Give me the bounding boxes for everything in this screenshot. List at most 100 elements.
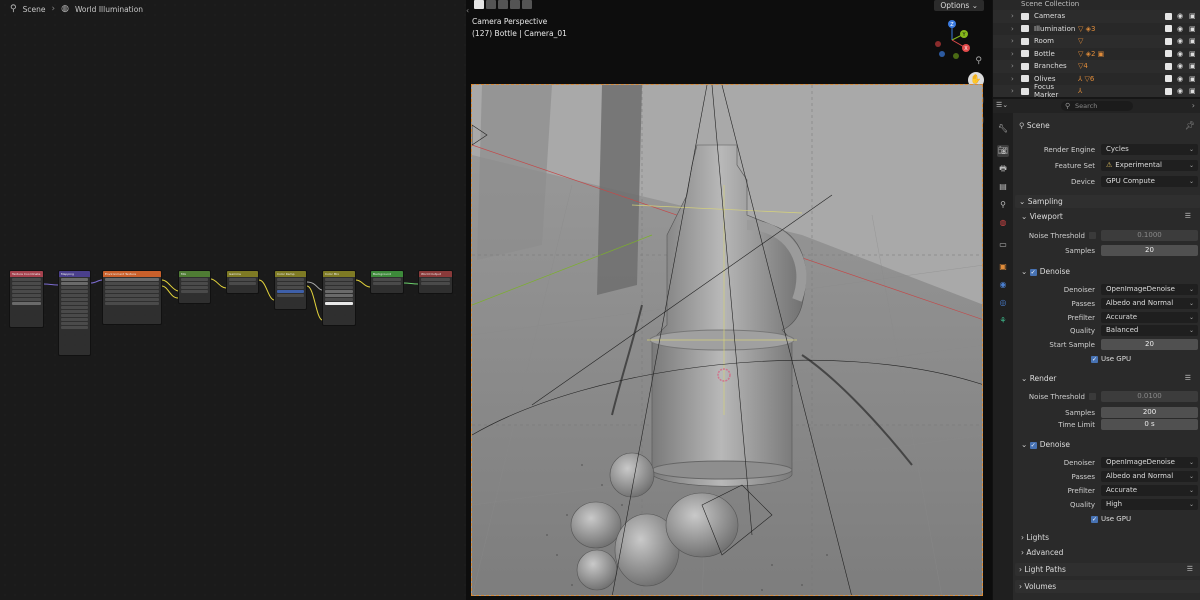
r-use-gpu-toggle[interactable]: ✓ Use GPU [1091, 513, 1131, 525]
physics-tab-icon[interactable]: ◉ [997, 279, 1009, 291]
object-tab-icon[interactable]: ▣ [997, 261, 1009, 273]
collection-tab-icon[interactable]: ▭ [997, 239, 1009, 251]
world-tab-icon[interactable]: ◍ [997, 217, 1009, 229]
select-mode-button[interactable] [498, 0, 508, 9]
select-mode-button-2[interactable] [510, 0, 520, 9]
eye-icon[interactable]: ◉ [1177, 12, 1186, 20]
r-noise-threshold-checkbox[interactable] [1089, 393, 1096, 400]
eye-icon[interactable]: ◉ [1177, 50, 1186, 58]
chevron-right-icon[interactable]: › [1011, 87, 1021, 95]
render-camera-icon[interactable]: ▣ [1189, 25, 1198, 33]
vp-samples-field[interactable]: 20 [1101, 245, 1198, 256]
include-checkbox[interactable] [1165, 75, 1172, 83]
render-tab-icon[interactable]: 📷︎ [997, 145, 1009, 157]
chevron-right-icon[interactable]: › [1011, 25, 1021, 33]
r-use-gpu-checkbox[interactable]: ✓ [1091, 515, 1098, 523]
outliner-row-illumination[interactable]: › Illumination ▽ ◈3 ◉ ▣ [993, 23, 1200, 36]
vp-quality-dropdown[interactable]: Balanced ⌄ [1101, 325, 1198, 336]
eye-icon[interactable]: ◉ [1177, 62, 1186, 70]
r-quality-dropdown[interactable]: High ⌄ [1101, 499, 1198, 510]
scene-tab-icon[interactable]: ⚲ [997, 199, 1009, 211]
eye-icon[interactable]: ◉ [1177, 25, 1186, 33]
options-dropdown[interactable]: Options ⌄ [934, 0, 984, 11]
light-paths-panel-header[interactable]: › Light Paths ☰ [1015, 563, 1200, 576]
view-layer-tab-icon[interactable]: ▤ [997, 181, 1009, 193]
lights-subpanel-header[interactable]: › Lights [1021, 531, 1199, 544]
vp-denoise-checkbox[interactable]: ✓ [1029, 268, 1037, 276]
chevron-right-icon[interactable]: › [1011, 50, 1021, 58]
outliner-row-room[interactable]: › Room ▽ ◉ ▣ [993, 35, 1200, 48]
r-denoise-checkbox[interactable]: ✓ [1029, 441, 1037, 449]
render-subpanel-header[interactable]: ⌄ Render ☰ [1021, 372, 1199, 385]
chevron-right-icon[interactable]: › [1011, 75, 1021, 83]
output-tab-icon[interactable]: 🖶︎ [997, 163, 1009, 175]
node-world-output[interactable]: World Output [418, 270, 453, 294]
vp-passes-dropdown[interactable]: Albedo and Normal ⌄ [1101, 298, 1198, 309]
include-checkbox[interactable] [1165, 50, 1172, 58]
data-tab-icon[interactable]: ⚘ [997, 315, 1009, 327]
vp-denoiser-dropdown[interactable]: OpenImageDenoise ⌄ [1101, 284, 1198, 295]
r-denoiser-dropdown[interactable]: OpenImageDenoise ⌄ [1101, 457, 1198, 468]
shader-node-editor[interactable]: ⚲ Scene › ◍ World Illumination Texture C… [0, 0, 466, 600]
chevron-right-icon[interactable]: › [1011, 12, 1021, 20]
chevron-right-icon[interactable]: › [1011, 62, 1021, 70]
node-environment-texture[interactable]: Environment Texture [102, 270, 162, 325]
r-use-gpu-row[interactable]: ✓ Use GPU [1015, 513, 1200, 525]
properties-search-input[interactable]: ⚲ Search [1061, 101, 1133, 111]
include-checkbox[interactable] [1165, 62, 1172, 70]
select-box-button[interactable] [486, 0, 496, 9]
node-color-mix[interactable]: Color Mix [322, 270, 356, 326]
render-camera-icon[interactable]: ▣ [1189, 87, 1198, 95]
render-camera-icon[interactable]: ▣ [1189, 62, 1198, 70]
list-icon[interactable]: ☰ [1187, 563, 1193, 576]
render-camera-icon[interactable]: ▣ [1189, 50, 1198, 58]
select-mode-button-3[interactable] [522, 0, 532, 9]
render-camera-icon[interactable]: ▣ [1189, 75, 1198, 83]
editor-type-menu[interactable]: ☰⌄ [996, 101, 1014, 111]
eye-icon[interactable]: ◉ [1177, 37, 1186, 45]
vp-use-gpu-row[interactable]: ✓ Use GPU [1015, 353, 1200, 365]
sampling-panel-header[interactable]: ⌄ Sampling [1015, 195, 1200, 208]
outliner-row-bottle[interactable]: › Bottle ▽ ◈2 ▣ ◉ ▣ [993, 48, 1200, 61]
noise-threshold-checkbox[interactable] [1089, 232, 1096, 239]
feature-set-dropdown[interactable]: ⚠ Experimental ⌄ [1101, 160, 1198, 171]
r-samples-field[interactable]: 200 [1101, 407, 1198, 418]
render-camera-icon[interactable]: ▣ [1189, 37, 1198, 45]
volumes-panel-header[interactable]: › Volumes [1015, 580, 1200, 593]
select-tool-button[interactable] [474, 0, 484, 9]
include-checkbox[interactable] [1165, 87, 1172, 95]
r-denoise-subpanel[interactable]: ⌄ ✓ Denoise [1021, 438, 1199, 451]
r-time-limit-field[interactable]: 0 s [1101, 419, 1198, 430]
3d-viewport[interactable]: ‹ Options ⌄ Camera Perspective (127) Bot… [466, 0, 992, 600]
node-mix[interactable]: Mix [178, 270, 211, 304]
outliner-row-focus-marker[interactable]: › Focus Marker ⅄ ◉ ▣ [993, 83, 1200, 99]
r-prefilter-dropdown[interactable]: Accurate ⌄ [1101, 485, 1198, 496]
options-chevron-icon[interactable]: › [1192, 101, 1195, 110]
vp-prefilter-dropdown[interactable]: Accurate ⌄ [1101, 312, 1198, 323]
r-noise-threshold-field[interactable]: 0.0100 [1101, 391, 1198, 402]
include-checkbox[interactable] [1165, 37, 1172, 45]
pin-icon[interactable]: 📌︎ [1185, 121, 1195, 130]
render-camera-icon[interactable]: ▣ [1189, 12, 1198, 20]
advanced-subpanel-header[interactable]: › Advanced [1021, 546, 1199, 559]
vp-start-sample-field[interactable]: 20 [1101, 339, 1198, 350]
eye-icon[interactable]: ◉ [1177, 87, 1186, 95]
collapse-arrow-icon[interactable]: ‹ [466, 6, 469, 15]
tool-tab-icon[interactable]: 🔧︎ [997, 123, 1009, 135]
vp-denoise-subpanel[interactable]: ⌄ ✓ Denoise [1021, 265, 1199, 278]
constraints-tab-icon[interactable]: ◎ [997, 297, 1009, 309]
device-dropdown[interactable]: GPU Compute ⌄ [1101, 176, 1198, 187]
vp-use-gpu-checkbox[interactable]: ✓ [1091, 355, 1098, 363]
outliner-row-branches[interactable]: › Branches ▽4 ◉ ▣ [993, 60, 1200, 73]
render-engine-dropdown[interactable]: Cycles ⌄ [1101, 144, 1198, 155]
include-checkbox[interactable] [1165, 25, 1172, 33]
node-background[interactable]: Background [370, 270, 404, 294]
navigation-gizmo[interactable]: Z Y X [930, 18, 974, 62]
viewport-subpanel-header[interactable]: ⌄ Viewport ☰ [1021, 210, 1199, 223]
vp-use-gpu-toggle[interactable]: ✓ Use GPU [1091, 353, 1131, 365]
eye-icon[interactable]: ◉ [1177, 75, 1186, 83]
node-texture-coordinate[interactable]: Texture Coordinate [9, 270, 44, 328]
r-passes-dropdown[interactable]: Albedo and Normal ⌄ [1101, 471, 1198, 482]
properties-editor[interactable]: ☰⌄ ⚲ Search › 🔧︎ 📷︎ 🖶︎ ▤ ⚲ ◍ ▭ ▣ ◉ ◎ ⚘ ⚲… [992, 97, 1200, 600]
chevron-right-icon[interactable]: › [1011, 37, 1021, 45]
